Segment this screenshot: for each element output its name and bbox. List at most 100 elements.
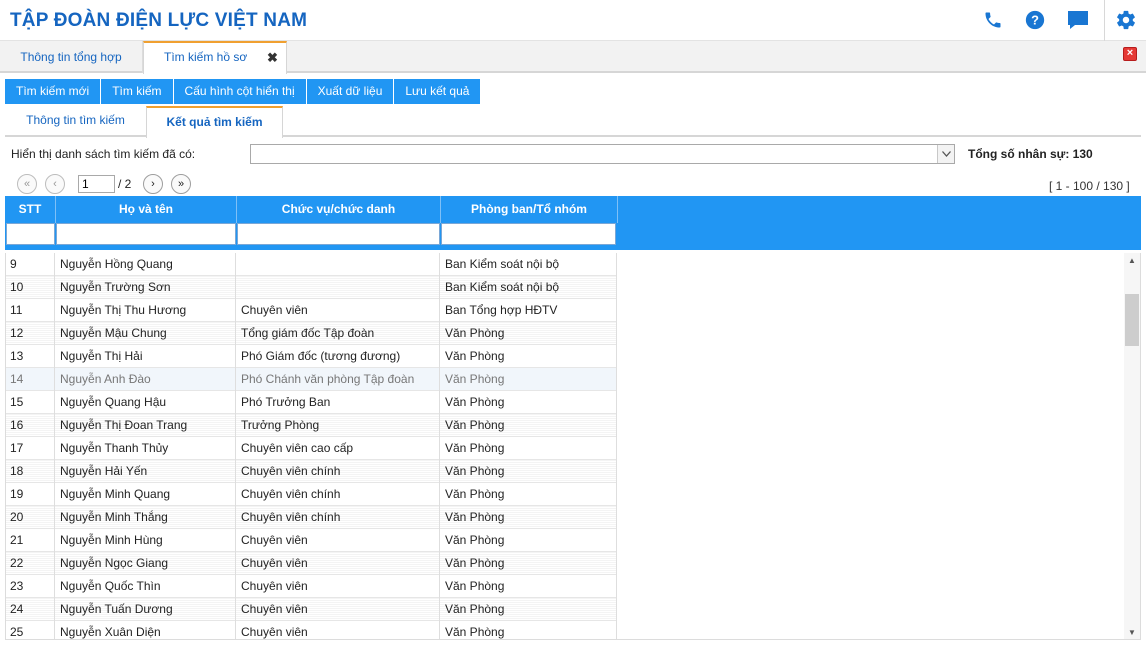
table-row[interactable]: 12 Nguyễn Mậu Chung Tổng giám đốc Tập đoàn…	[5, 322, 617, 345]
saved-search-label: Hiển thị danh sách tìm kiếm đã có:	[11, 147, 196, 161]
cell-name: Nguyễn Ngọc Giang	[55, 552, 236, 575]
filter-input-name[interactable]	[56, 223, 236, 245]
cell-name: Nguyễn Thị Thu Hương	[55, 299, 236, 322]
phone-icon[interactable]	[981, 8, 1005, 32]
search-button[interactable]: Tìm kiếm	[101, 79, 174, 104]
next-page-icon[interactable]: ›	[143, 174, 163, 194]
cell-name: Nguyễn Trường Sơn	[55, 276, 236, 299]
table-row[interactable]: 25 Nguyễn Xuân Diện Chuyên viên Văn Phòng	[5, 621, 617, 639]
cell-position	[236, 253, 440, 276]
cell-position: Phó Chánh văn phòng Tập đoàn	[236, 368, 440, 391]
cell-stt: 9	[5, 253, 55, 276]
cell-position: Chuyên viên	[236, 552, 440, 575]
page-number-input[interactable]	[78, 175, 115, 193]
column-header-position[interactable]: Chức vụ/chức danh	[237, 196, 441, 223]
cell-position: Chuyên viên	[236, 598, 440, 621]
tab-search-info[interactable]: Thông tin tìm kiếm	[5, 106, 146, 137]
cell-name: Nguyễn Thị Đoan Trang	[55, 414, 236, 437]
table-row[interactable]: 24 Nguyễn Tuấn Dương Chuyên viên Văn Phòng	[5, 598, 617, 621]
cell-name: Nguyễn Thanh Thủy	[55, 437, 236, 460]
sub-tab-bar: Thông tin tìm kiếm Kết quả tìm kiếm	[5, 106, 1141, 138]
table-row[interactable]: 19 Nguyễn Minh Quang Chuyên viên chính Văn …	[5, 483, 617, 506]
first-page-icon[interactable]: «	[17, 174, 37, 194]
filter-input-position[interactable]	[237, 223, 440, 245]
scroll-down-icon[interactable]: ▼	[1124, 625, 1140, 639]
vertical-scrollbar[interactable]: ▲ ▼	[1124, 253, 1140, 639]
cell-position: Chuyên viên chính	[236, 483, 440, 506]
help-icon[interactable]: ?	[1023, 8, 1047, 32]
cell-position: Chuyên viên	[236, 299, 440, 322]
cell-name: Nguyễn Hải Yến	[55, 460, 236, 483]
export-data-button[interactable]: Xuất dữ liệu	[306, 79, 395, 104]
table-row[interactable]: 17 Nguyễn Thanh Thủy Chuyên viên cao cấp Vă…	[5, 437, 617, 460]
tab-tim-kiem-ho-so[interactable]: Tìm kiếm hồ sơ	[143, 41, 287, 74]
cell-department: Văn Phòng	[440, 483, 617, 506]
cell-department: Ban Kiểm soát nội bộ	[440, 276, 617, 299]
tab-search-results[interactable]: Kết quả tìm kiếm	[146, 106, 283, 138]
grid-body: 9 Nguyễn Hồng Quang Ban Kiểm soát nội bộ 10…	[5, 253, 617, 639]
cell-stt: 13	[5, 345, 55, 368]
chat-icon[interactable]	[1066, 8, 1090, 32]
cell-position: Chuyên viên	[236, 529, 440, 552]
prev-page-icon[interactable]: ‹	[45, 174, 65, 194]
cell-stt: 11	[5, 299, 55, 322]
cell-department: Văn Phòng	[440, 460, 617, 483]
cell-stt: 10	[5, 276, 55, 299]
cell-stt: 15	[5, 391, 55, 414]
cell-name: Nguyễn Minh Thắng	[55, 506, 236, 529]
scroll-up-icon[interactable]: ▲	[1124, 253, 1140, 267]
cell-stt: 19	[5, 483, 55, 506]
grid-header: STT Họ và tên Chức vụ/chức danh Phòng ba…	[5, 196, 1141, 250]
cell-name: Nguyễn Mậu Chung	[55, 322, 236, 345]
saved-search-select[interactable]	[250, 144, 955, 164]
cell-department: Văn Phòng	[440, 437, 617, 460]
cell-position: Chuyên viên	[236, 621, 440, 639]
filter-input-department[interactable]	[441, 223, 616, 245]
cell-stt: 18	[5, 460, 55, 483]
chevron-down-icon[interactable]	[937, 145, 954, 163]
table-row[interactable]: 21 Nguyễn Minh Hùng Chuyên viên Văn Phòng	[5, 529, 617, 552]
column-header-stt[interactable]: STT	[5, 196, 56, 223]
close-window-icon[interactable]: ×	[1123, 47, 1137, 61]
table-row[interactable]: 20 Nguyễn Minh Thắng Chuyên viên chính Văn …	[5, 506, 617, 529]
scrollbar-thumb[interactable]	[1125, 294, 1139, 346]
table-row[interactable]: 13 Nguyễn Thị Hải Phó Giám đốc (tương đươn…	[5, 345, 617, 368]
table-row[interactable]: 10 Nguyễn Trường Sơn Ban Kiểm soát nội bộ	[5, 276, 617, 299]
tab-thong-tin-tong-hop[interactable]: Thông tin tổng hợp	[0, 41, 143, 73]
table-row[interactable]: 18 Nguyễn Hải Yến Chuyên viên chính Văn Phò…	[5, 460, 617, 483]
cell-department: Văn Phòng	[440, 322, 617, 345]
cell-position: Phó Trưởng Ban	[236, 391, 440, 414]
save-results-button[interactable]: Lưu kết quả	[394, 79, 482, 104]
cell-position: Chuyên viên chính	[236, 460, 440, 483]
settings-icon[interactable]	[1114, 8, 1138, 32]
new-search-button[interactable]: Tìm kiếm mới	[5, 79, 102, 104]
table-row[interactable]: 22 Nguyễn Ngọc Giang Chuyên viên Văn Phòng	[5, 552, 617, 575]
table-row[interactable]: 14 Nguyễn Anh Đào Phó Chánh văn phòng Tập …	[5, 368, 617, 391]
cell-position: Tổng giám đốc Tập đoàn	[236, 322, 440, 345]
table-row[interactable]: 23 Nguyễn Quốc Thìn Chuyên viên Văn Phòng	[5, 575, 617, 598]
action-toolbar: Tìm kiếm mới Tìm kiếm Cấu hình cột hiển …	[5, 79, 482, 104]
cell-stt: 14	[5, 368, 55, 391]
table-row[interactable]: 9 Nguyễn Hồng Quang Ban Kiểm soát nội bộ	[5, 253, 617, 276]
cell-stt: 25	[5, 621, 55, 639]
last-page-icon[interactable]: »	[171, 174, 191, 194]
cell-department: Văn Phòng	[440, 414, 617, 437]
cell-department: Văn Phòng	[440, 621, 617, 639]
table-row[interactable]: 11 Nguyễn Thị Thu Hương Chuyên viên Ban Tổn…	[5, 299, 617, 322]
cell-department: Văn Phòng	[440, 368, 617, 391]
cell-stt: 16	[5, 414, 55, 437]
app-header: TẬP ĐOÀN ĐIỆN LỰC VIỆT NAM ?	[0, 0, 1146, 41]
cell-name: Nguyễn Minh Quang	[55, 483, 236, 506]
column-header-department[interactable]: Phòng ban/Tổ nhóm	[441, 196, 618, 223]
configure-columns-button[interactable]: Cấu hình cột hiển thị	[173, 79, 307, 104]
cell-stt: 21	[5, 529, 55, 552]
cell-position: Phó Giám đốc (tương đương)	[236, 345, 440, 368]
tab-close-icon[interactable]: ✖	[267, 50, 278, 66]
table-row[interactable]: 16 Nguyễn Thị Đoan Trang Trưởng Phòng Văn P…	[5, 414, 617, 437]
filter-input-stt[interactable]	[6, 223, 55, 245]
cell-name: Nguyễn Anh Đào	[55, 368, 236, 391]
cell-stt: 23	[5, 575, 55, 598]
table-row[interactable]: 15 Nguyễn Quang Hậu Phó Trưởng Ban Văn Phòn…	[5, 391, 617, 414]
column-header-name[interactable]: Họ và tên	[56, 196, 237, 223]
cell-position: Chuyên viên cao cấp	[236, 437, 440, 460]
